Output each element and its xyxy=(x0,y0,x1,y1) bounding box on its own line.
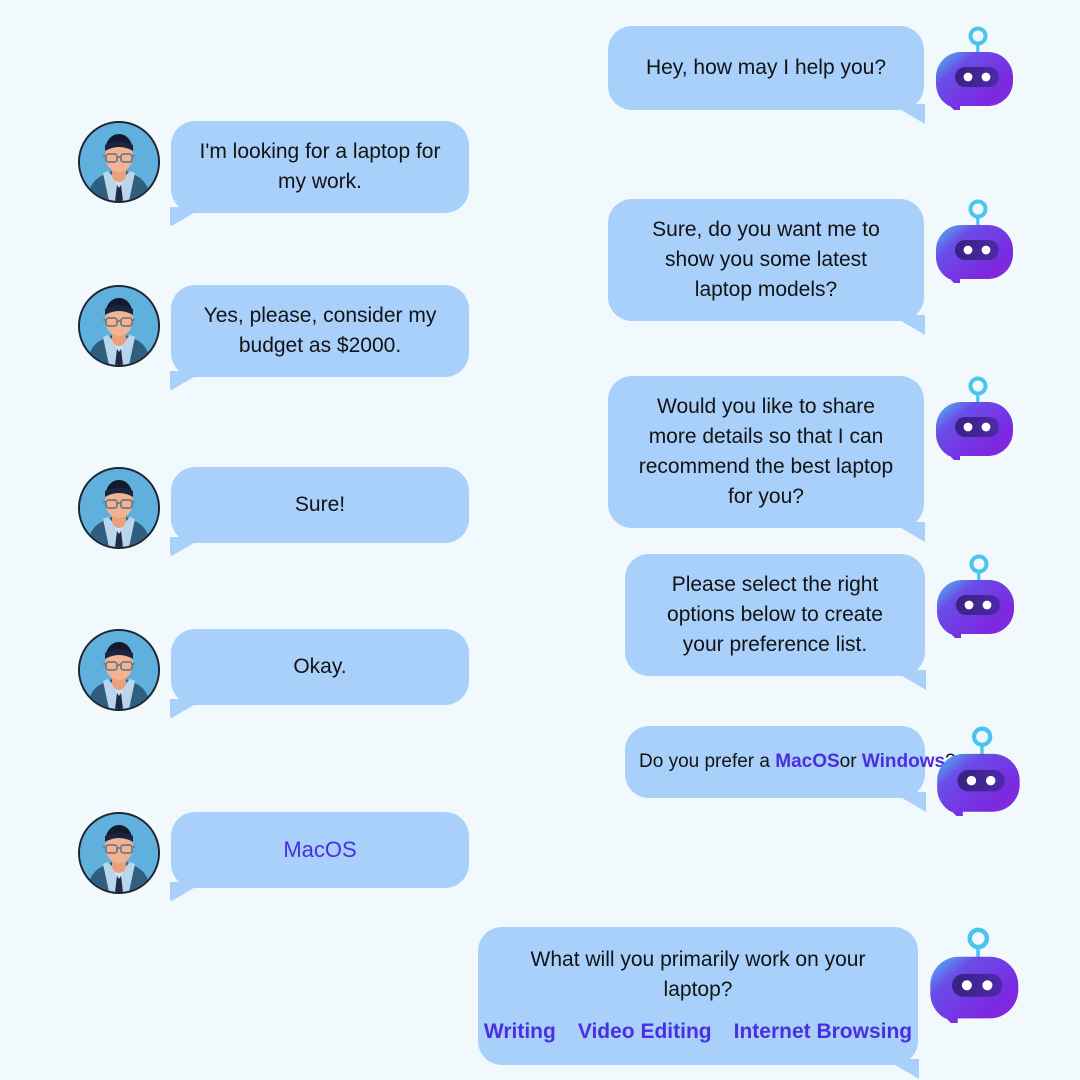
message-text: Sure, do you want me to show you some la… xyxy=(652,218,880,301)
os-preference-question: Do you prefer a MacOSor Windows? xyxy=(639,747,956,777)
bot-avatar-icon xyxy=(936,26,1016,110)
message-row-user-1: I'm looking for a laptop for my work. xyxy=(78,121,469,213)
option-internet-browsing[interactable]: Internet Browsing xyxy=(734,1017,913,1047)
message-text: Hey, how may I help you? xyxy=(645,56,887,79)
chat-bubble-bot: Hey, how may I help you? xyxy=(608,26,924,110)
message-text: Okay. xyxy=(293,655,347,678)
chat-bubble-user: Okay. xyxy=(171,629,469,705)
user-avatar-icon xyxy=(78,812,160,894)
message-text: Sure! xyxy=(294,493,346,516)
message-row-bot-1: Hey, how may I help you? xyxy=(608,26,1016,110)
bot-avatar-icon xyxy=(930,927,1022,1023)
option-writing[interactable]: Writing xyxy=(484,1017,556,1047)
option-windows[interactable]: Windows xyxy=(862,751,945,772)
message-text: What will you primarily work on your lap… xyxy=(530,948,866,1001)
message-row-bot-6: What will you primarily work on your lap… xyxy=(478,927,1022,1065)
bot-avatar-icon xyxy=(937,726,1023,816)
message-row-user-2: Yes, please, consider my budget as $2000… xyxy=(78,285,469,377)
chat-bubble-bot: Do you prefer a MacOSor Windows? xyxy=(625,726,956,798)
chat-bubble-bot: Sure, do you want me to show you some la… xyxy=(608,199,924,321)
message-row-user-5: MacOS xyxy=(78,812,469,894)
message-text: I'm looking for a laptop for my work. xyxy=(199,140,441,193)
chat-conversation: Hey, how may I help you? I'm looking for… xyxy=(0,0,1080,1080)
message-text: Yes, please, consider my budget as $2000… xyxy=(203,304,437,357)
question-prefix: Do you prefer a xyxy=(639,751,770,772)
chat-bubble-bot: Would you like to share more details so … xyxy=(608,376,924,528)
chat-bubble-user: Yes, please, consider my budget as $2000… xyxy=(171,285,469,377)
bot-avatar-icon xyxy=(937,554,1017,638)
user-avatar-icon xyxy=(78,285,160,367)
chat-bubble-bot: Please select the right options below to… xyxy=(625,554,925,676)
chat-bubble-user: I'm looking for a laptop for my work. xyxy=(171,121,469,213)
user-avatar-icon xyxy=(78,121,160,203)
option-video-editing[interactable]: Video Editing xyxy=(578,1017,712,1047)
option-macos[interactable]: MacOS xyxy=(775,751,839,772)
message-text: Please select the right options below to… xyxy=(667,573,883,656)
message-row-bot-2: Sure, do you want me to show you some la… xyxy=(608,199,1016,321)
message-row-bot-3: Would you like to share more details so … xyxy=(608,376,1016,528)
message-row-bot-5: Do you prefer a MacOSor Windows? xyxy=(625,726,1023,816)
message-row-user-3: Sure! xyxy=(78,467,469,549)
message-row-user-4: Okay. xyxy=(78,629,469,711)
user-avatar-icon xyxy=(78,629,160,711)
chat-bubble-user: Sure! xyxy=(171,467,469,543)
question-separator: or xyxy=(839,751,857,772)
message-text: Would you like to share more details so … xyxy=(638,395,894,508)
bot-avatar-icon xyxy=(936,376,1016,460)
user-avatar-icon xyxy=(78,467,160,549)
chat-bubble-user: MacOS xyxy=(171,812,469,888)
bot-avatar-icon xyxy=(936,199,1016,283)
message-row-bot-4: Please select the right options below to… xyxy=(625,554,1017,676)
option-chips-group: Writing Video Editing Internet Browsing xyxy=(484,1017,912,1047)
selected-option-macos: MacOS xyxy=(283,837,357,862)
chat-bubble-bot: What will you primarily work on your lap… xyxy=(478,927,918,1065)
